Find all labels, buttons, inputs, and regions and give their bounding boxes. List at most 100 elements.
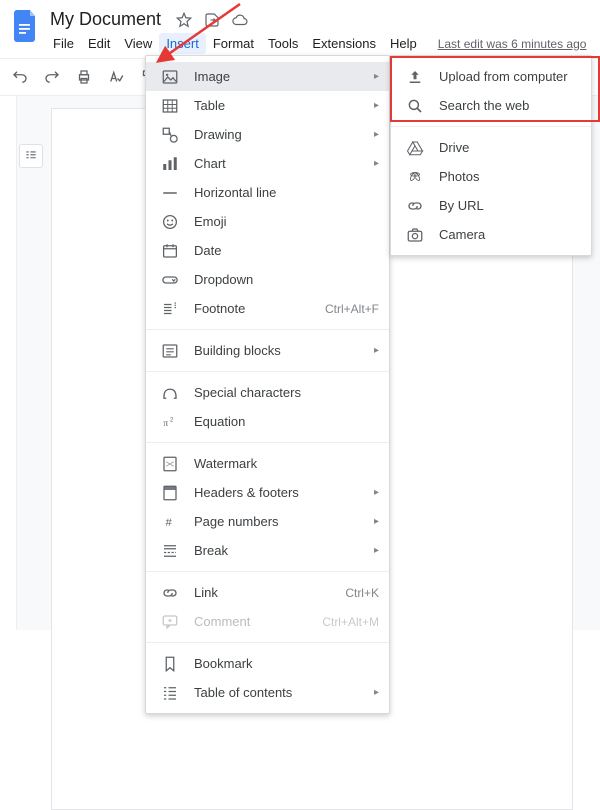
- table-icon: [160, 96, 180, 116]
- image-item-by-url[interactable]: By URL: [391, 191, 591, 220]
- menu-item-label: Watermark: [194, 456, 379, 471]
- insert-item-watermark[interactable]: Watermark: [146, 449, 389, 478]
- image-icon: [160, 67, 180, 87]
- insert-item-link[interactable]: LinkCtrl+K: [146, 578, 389, 607]
- document-title[interactable]: My Document: [46, 8, 165, 31]
- undo-button[interactable]: [6, 63, 34, 91]
- submenu-caret-icon: ▸: [369, 129, 379, 140]
- menu-item-label: Headers & footers: [194, 485, 365, 500]
- insert-item-dropdown[interactable]: Dropdown: [146, 265, 389, 294]
- menu-item-label: Photos: [439, 169, 581, 184]
- submenu-caret-icon: ▸: [369, 71, 379, 82]
- menu-format[interactable]: Format: [206, 33, 261, 54]
- insert-item-table[interactable]: Table ▸: [146, 91, 389, 120]
- menu-separator: [391, 126, 591, 127]
- title-bar: My Document FileEditViewInsertFormatTool…: [0, 0, 600, 54]
- menu-item-label: By URL: [439, 198, 581, 213]
- search-icon: [405, 96, 425, 116]
- emoji-icon: [160, 212, 180, 232]
- insert-item-table-of-contents[interactable]: Table of contents▸: [146, 678, 389, 707]
- menu-item-label: Emoji: [194, 214, 379, 229]
- shortcut-label: Ctrl+K: [345, 586, 379, 600]
- spellcheck-button[interactable]: [102, 63, 130, 91]
- menu-file[interactable]: File: [46, 33, 81, 54]
- date-icon: [160, 241, 180, 261]
- menu-item-label: Table of contents: [194, 685, 365, 700]
- submenu-caret-icon: ▸: [369, 100, 379, 111]
- insert-item-page-numbers[interactable]: Page numbers ▸: [146, 507, 389, 536]
- menu-item-label: Horizontal line: [194, 185, 379, 200]
- insert-item-bookmark[interactable]: Bookmark: [146, 649, 389, 678]
- menu-item-label: Image: [194, 69, 365, 84]
- menu-help[interactable]: Help: [383, 33, 424, 54]
- menu-item-label: Upload from computer: [439, 69, 581, 84]
- menu-item-label: Table: [194, 98, 365, 113]
- insert-item-building-blocks[interactable]: Building blocks▸: [146, 336, 389, 365]
- redo-button[interactable]: [38, 63, 66, 91]
- menu-item-label: Footnote: [194, 301, 325, 316]
- watermark-icon: [160, 454, 180, 474]
- menu-tools[interactable]: Tools: [261, 33, 305, 54]
- insert-item-equation[interactable]: Equation: [146, 407, 389, 436]
- move-icon[interactable]: [203, 11, 221, 29]
- blocks-icon: [160, 341, 180, 361]
- upload-icon: [405, 67, 425, 87]
- drive-icon: [405, 138, 425, 158]
- star-icon[interactable]: [175, 11, 193, 29]
- menu-bar: FileEditViewInsertFormatToolsExtensionsH…: [46, 31, 586, 54]
- menu-item-label: Drawing: [194, 127, 365, 142]
- menu-separator: [146, 329, 389, 330]
- menu-item-label: Chart: [194, 156, 365, 171]
- menu-item-label: Equation: [194, 414, 379, 429]
- menu-item-label: Building blocks: [194, 343, 365, 358]
- image-item-upload-from-computer[interactable]: Upload from computer: [391, 62, 591, 91]
- hr-icon: [160, 183, 180, 203]
- insert-item-horizontal-line[interactable]: Horizontal line: [146, 178, 389, 207]
- document-outline-button[interactable]: [19, 144, 43, 168]
- shortcut-label: Ctrl+Alt+F: [325, 302, 379, 316]
- menu-extensions[interactable]: Extensions: [305, 33, 383, 54]
- drawing-icon: [160, 125, 180, 145]
- insert-item-image[interactable]: Image ▸: [146, 62, 389, 91]
- menu-item-label: Special characters: [194, 385, 379, 400]
- menu-view[interactable]: View: [117, 33, 159, 54]
- headers-icon: [160, 483, 180, 503]
- menu-item-label: Page numbers: [194, 514, 365, 529]
- docs-logo[interactable]: [12, 8, 40, 44]
- image-item-camera[interactable]: Camera: [391, 220, 591, 249]
- submenu-caret-icon: ▸: [369, 487, 379, 498]
- break-icon: [160, 541, 180, 561]
- menu-item-label: Date: [194, 243, 379, 258]
- comment-icon: [160, 612, 180, 632]
- image-item-photos[interactable]: Photos: [391, 162, 591, 191]
- print-button[interactable]: [70, 63, 98, 91]
- submenu-caret-icon: ▸: [369, 516, 379, 527]
- insert-item-chart[interactable]: Chart▸: [146, 149, 389, 178]
- image-item-search-the-web[interactable]: Search the web: [391, 91, 591, 120]
- pagenum-icon: [160, 512, 180, 532]
- insert-item-special-characters[interactable]: Special characters: [146, 378, 389, 407]
- image-item-drive[interactable]: Drive: [391, 133, 591, 162]
- menu-item-label: Drive: [439, 140, 581, 155]
- insert-item-footnote[interactable]: FootnoteCtrl+Alt+F: [146, 294, 389, 323]
- menu-separator: [146, 642, 389, 643]
- insert-item-comment: CommentCtrl+Alt+M: [146, 607, 389, 636]
- menu-insert[interactable]: Insert: [159, 33, 206, 54]
- menu-item-label: Search the web: [439, 98, 581, 113]
- url-icon: [405, 196, 425, 216]
- insert-menu: Image▸Table▸Drawing▸Chart▸Horizontal lin…: [145, 55, 390, 714]
- menu-item-label: Break: [194, 543, 365, 558]
- insert-item-emoji[interactable]: Emoji: [146, 207, 389, 236]
- insert-item-break[interactable]: Break▸: [146, 536, 389, 565]
- image-submenu: Upload from computer Search the web Drive P…: [390, 55, 592, 256]
- menu-edit[interactable]: Edit: [81, 33, 117, 54]
- bookmark-icon: [160, 654, 180, 674]
- insert-item-drawing[interactable]: Drawing ▸: [146, 120, 389, 149]
- last-edit-link[interactable]: Last edit was 6 minutes ago: [438, 37, 587, 51]
- menu-separator: [146, 442, 389, 443]
- insert-item-date[interactable]: Date: [146, 236, 389, 265]
- cloud-status-icon[interactable]: [231, 11, 249, 29]
- left-sidebar: [17, 96, 45, 630]
- menu-item-label: Bookmark: [194, 656, 379, 671]
- insert-item-headers-footers[interactable]: Headers & footers ▸: [146, 478, 389, 507]
